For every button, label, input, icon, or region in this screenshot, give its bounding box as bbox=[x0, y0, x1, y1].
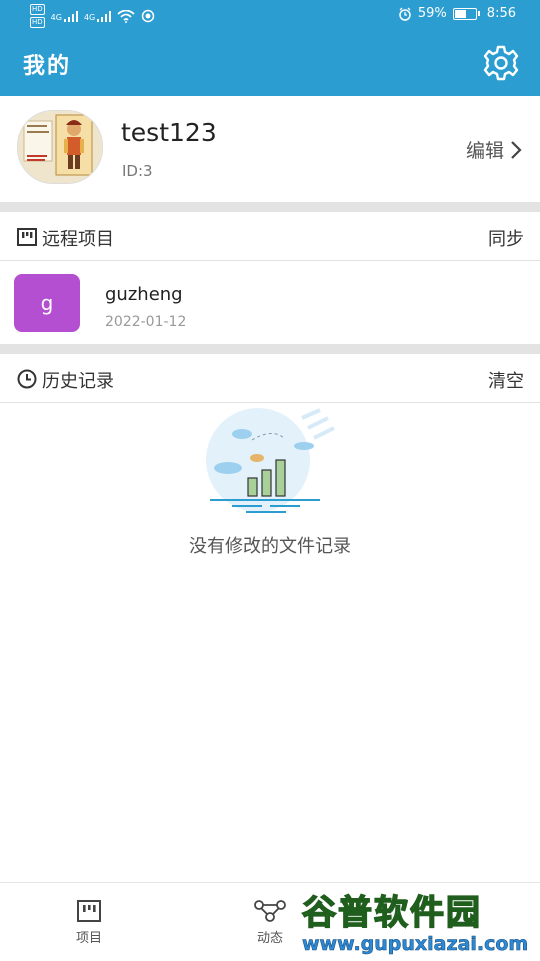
status-left: HD HD 4G 4G bbox=[30, 4, 155, 28]
signal-icon: 4G bbox=[83, 10, 112, 22]
settings-gear-icon[interactable] bbox=[482, 44, 520, 82]
hd-badge: HD bbox=[30, 17, 45, 28]
empty-state-text: 没有修改的文件记录 bbox=[189, 536, 351, 557]
clock: 8:56 bbox=[486, 6, 516, 21]
battery-fill bbox=[454, 9, 466, 18]
clock-icon bbox=[17, 369, 37, 389]
username: test123 bbox=[121, 118, 217, 147]
activity-icon bbox=[254, 900, 286, 922]
app-header: HD HD 4G 4G 59% 8:56 我的 bbox=[0, 0, 540, 96]
status-right: 59% 8:56 bbox=[398, 6, 516, 21]
chevron-right-icon bbox=[511, 140, 522, 159]
status-bar: HD HD 4G 4G 59% 8:56 bbox=[0, 0, 540, 32]
nav-item-projects[interactable]: 项目 bbox=[54, 899, 124, 946]
alarm-icon bbox=[399, 7, 411, 21]
section-divider bbox=[0, 202, 540, 212]
network-type: 4G bbox=[50, 12, 62, 22]
project-date: 2022-01-12 bbox=[105, 314, 187, 330]
history-title: 历史记录 bbox=[42, 371, 114, 392]
project-name: guzheng bbox=[105, 284, 183, 305]
user-id: ID:3 bbox=[122, 162, 153, 180]
remote-projects-title: 远程项目 bbox=[42, 229, 114, 250]
page-title: 我的 bbox=[23, 54, 72, 79]
edit-profile-button[interactable]: 编辑 bbox=[466, 136, 522, 163]
wifi-icon bbox=[117, 9, 135, 23]
notification-icon bbox=[142, 9, 155, 23]
avatar-image bbox=[18, 111, 102, 183]
signal-icon: 4G bbox=[50, 10, 78, 22]
hd-badge: HD bbox=[30, 4, 45, 15]
project-badge: g bbox=[14, 274, 80, 332]
list-item[interactable]: g guzheng 2022-01-12 bbox=[0, 262, 540, 344]
empty-state-illustration bbox=[206, 408, 335, 513]
nav-label: 项目 bbox=[75, 931, 102, 946]
clear-button[interactable]: 清空 bbox=[488, 367, 524, 393]
svg-text:谷普软件园: 谷普软件园 bbox=[302, 893, 482, 933]
section-divider bbox=[0, 344, 540, 354]
svg-text:www.gupuxiazai.com: www.gupuxiazai.com bbox=[302, 933, 528, 955]
history-header: 历史记录 清空 bbox=[0, 354, 540, 403]
nav-label: 动态 bbox=[256, 931, 283, 946]
profile-card[interactable]: test123 ID:3 编辑 bbox=[0, 96, 540, 202]
remote-projects-header: 远程项目 同步 bbox=[0, 212, 540, 261]
watermark-logo: 谷普软件园 www.gupuxiazai.com bbox=[294, 886, 540, 958]
battery-icon bbox=[452, 7, 480, 20]
battery-percent: 59% bbox=[417, 6, 447, 21]
network-type: 4G bbox=[83, 12, 96, 22]
sync-button[interactable]: 同步 bbox=[488, 225, 524, 251]
project-icon bbox=[77, 900, 101, 922]
project-board-icon bbox=[17, 228, 37, 246]
edit-label: 编辑 bbox=[465, 140, 504, 162]
avatar[interactable] bbox=[17, 110, 103, 184]
